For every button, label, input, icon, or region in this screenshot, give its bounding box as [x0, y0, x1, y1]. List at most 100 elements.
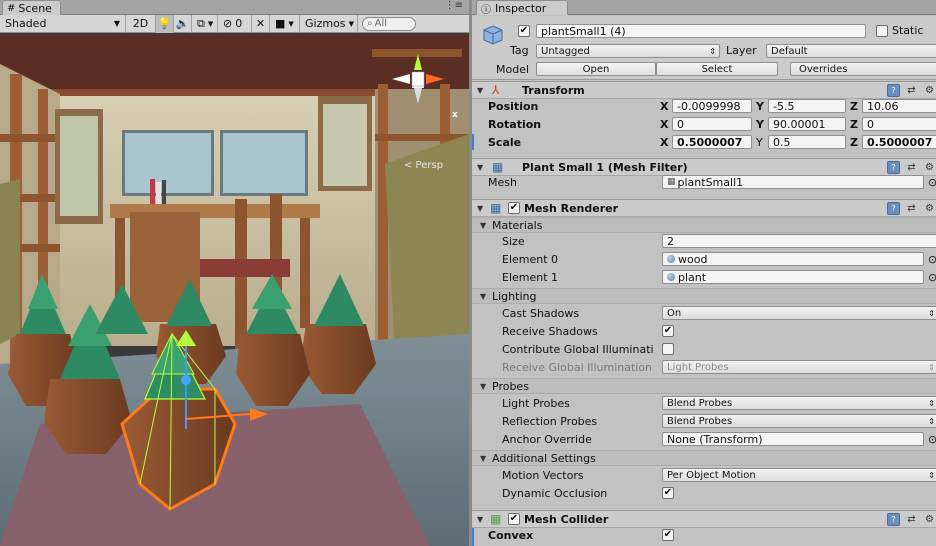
probes-foldout[interactable]: ▼ Probes — [472, 378, 936, 394]
dynamic-occlusion-checkbox[interactable]: ✔ — [662, 487, 674, 499]
open-button[interactable]: Open — [536, 62, 656, 76]
inspector-tabbar: ⓘ Inspector — [472, 0, 936, 16]
preset-icon[interactable]: ⇄ — [905, 513, 918, 526]
help-book-icon[interactable]: ? — [887, 513, 900, 526]
help-book-icon[interactable]: ? — [887, 161, 900, 174]
help-book-icon[interactable]: ? — [887, 84, 900, 97]
eye-slash-icon: ⊘ — [223, 17, 233, 30]
scene-search-input[interactable]: ⌕ All — [362, 16, 416, 31]
tab-scene[interactable]: # Scene — [2, 0, 61, 15]
tools-button[interactable]: ✕ — [252, 14, 270, 33]
camera-icon: ■ — [275, 17, 286, 30]
override-indicator — [472, 134, 474, 150]
foldout-arrow-icon[interactable]: ▼ — [477, 204, 483, 213]
updown-arrow-icon: ⇕ — [928, 417, 935, 426]
static-checkbox[interactable] — [876, 25, 888, 37]
lighting-foldout[interactable]: ▼ Lighting — [472, 288, 936, 304]
mesh-value: plantSmall1 — [677, 175, 744, 189]
tab-menu-icon[interactable]: ⋮≡ — [445, 0, 463, 11]
object-name: plantSmall1 (4) — [541, 24, 626, 38]
rotation-z-field[interactable]: 0 — [862, 117, 936, 131]
contribute-gi-label: Contribute Global Illuminati — [502, 343, 654, 356]
tag-dropdown[interactable]: Untagged ⇕ — [536, 44, 720, 58]
shading-mode-dropdown[interactable]: Shaded ▼ — [0, 14, 126, 33]
overrides-dropdown[interactable]: Overrides — [790, 62, 936, 76]
camera-dropdown[interactable]: ■ ▼ — [270, 14, 300, 33]
receive-shadows-checkbox[interactable]: ✔ — [662, 325, 674, 337]
position-y-field[interactable]: -5.5 — [768, 99, 846, 113]
object-picker-icon[interactable]: ⊙ — [928, 433, 936, 446]
materials-foldout[interactable]: ▼ Materials — [472, 217, 936, 233]
help-book-icon[interactable]: ? — [887, 202, 900, 215]
mesh-filter-header[interactable]: ▼ ▦ Plant Small 1 (Mesh Filter) ? ⇄ ⚙ — [472, 158, 936, 176]
audio-toggle-button[interactable]: 🔈 — [174, 14, 192, 33]
mesh-collider-header[interactable]: ▼ ▦ ✔ Mesh Collider ? ⇄ ⚙ — [472, 510, 936, 528]
convex-checkbox[interactable]: ✔ — [662, 529, 674, 541]
gizmos-dropdown[interactable]: Gizmos ▼ — [300, 14, 358, 33]
foldout-arrow-icon[interactable]: ▼ — [477, 163, 483, 172]
updown-arrow-icon: ⇕ — [928, 309, 935, 318]
contribute-gi-checkbox[interactable] — [662, 343, 674, 355]
lighting-toggle-button[interactable]: 💡 — [156, 14, 174, 33]
tag-value: Untagged — [541, 45, 590, 57]
mesh-collider-enabled-checkbox[interactable]: ✔ — [508, 513, 520, 525]
cast-shadows-dropdown[interactable]: On ⇕ — [662, 306, 936, 320]
mesh-filter-grid-icon: ▦ — [492, 160, 504, 174]
foldout-arrow-icon[interactable]: ▼ — [477, 515, 483, 524]
select-button[interactable]: Select — [656, 62, 778, 76]
scale-x-value: 0.5000007 — [677, 135, 743, 149]
scale-x-field[interactable]: 0.5000007 — [672, 135, 752, 149]
scene-viewport[interactable]: y x < Persp — [0, 34, 469, 546]
object-picker-icon[interactable]: ⊙ — [928, 253, 936, 266]
hidden-objects-toggle[interactable]: ⊘ 0 — [218, 14, 252, 33]
anchor-override-field[interactable]: None (Transform) — [662, 432, 924, 446]
light-probes-dropdown[interactable]: Blend Probes ⇕ — [662, 396, 936, 410]
gear-icon[interactable]: ⚙ — [923, 161, 936, 174]
inspector-panel: ⓘ Inspector ✔ plantSmall1 (4) Static Tag… — [469, 0, 936, 546]
position-z-field[interactable]: 10.06 — [862, 99, 936, 113]
gear-icon[interactable]: ⚙ — [923, 513, 936, 526]
element1-value: plant — [678, 270, 707, 284]
rotation-x-field[interactable]: 0 — [672, 117, 752, 131]
active-checkbox[interactable]: ✔ — [518, 25, 530, 37]
reflection-probes-dropdown[interactable]: Blend Probes ⇕ — [662, 414, 936, 428]
info-icon: ⓘ — [481, 4, 491, 16]
position-y-value: -5.5 — [773, 99, 795, 113]
transform-header[interactable]: ▼ ⅄ Transform ? ⇄ ⚙ — [472, 81, 936, 99]
mesh-object-field[interactable]: ▦ plantSmall1 — [662, 175, 924, 189]
position-x-field[interactable]: -0.0099998 — [672, 99, 752, 113]
object-name-field[interactable]: plantSmall1 (4) — [536, 24, 866, 38]
motion-vectors-dropdown[interactable]: Per Object Motion ⇕ — [662, 468, 936, 482]
open-button-label: Open — [582, 63, 610, 75]
object-picker-icon[interactable]: ⊙ — [928, 176, 936, 189]
mesh-renderer-header[interactable]: ▼ ▦ ✔ Mesh Renderer ? ⇄ ⚙ — [472, 199, 936, 217]
scale-z-field[interactable]: 0.5000007 — [862, 135, 936, 149]
object-picker-icon[interactable]: ⊙ — [928, 271, 936, 284]
gear-icon[interactable]: ⚙ — [923, 84, 936, 97]
foldout-arrow-icon[interactable]: ▼ — [477, 86, 483, 95]
scene-panel[interactable]: # Scene ⋮≡ Shaded ▼ 2D 💡 🔈 ⧉ ▼ ⊘ 0 ✕ ■ ▼… — [0, 0, 469, 546]
speaker-icon: 🔈 — [175, 17, 190, 30]
2d-toggle-button[interactable]: 2D — [126, 14, 156, 33]
mesh-renderer-enabled-checkbox[interactable]: ✔ — [508, 202, 520, 214]
component-header-icons: ? ⇄ ⚙ — [887, 202, 936, 215]
foldout-arrow-icon: ▼ — [480, 382, 487, 391]
rotation-y-field[interactable]: 90.00001 — [768, 117, 846, 131]
materials-size-field[interactable]: 2 — [662, 234, 936, 248]
anchor-override-label: Anchor Override — [502, 433, 592, 446]
reflection-probes-label: Reflection Probes — [502, 415, 598, 428]
scale-y-field[interactable]: 0.5 — [768, 135, 846, 149]
element1-material-field[interactable]: plant — [662, 270, 924, 284]
perspective-toggle[interactable]: < Persp — [404, 160, 443, 171]
gear-icon[interactable]: ⚙ — [923, 202, 936, 215]
layer-dropdown[interactable]: Default — [766, 44, 936, 58]
tab-inspector[interactable]: ⓘ Inspector — [476, 0, 568, 16]
preset-icon[interactable]: ⇄ — [905, 202, 918, 215]
additional-settings-foldout[interactable]: ▼ Additional Settings — [472, 450, 936, 466]
tab-inspector-label: Inspector — [495, 1, 547, 15]
effects-dropdown[interactable]: ⧉ ▼ — [192, 14, 218, 33]
rotation-y-value: 90.00001 — [773, 117, 826, 131]
preset-icon[interactable]: ⇄ — [905, 161, 918, 174]
element0-material-field[interactable]: wood — [662, 252, 924, 266]
preset-icon[interactable]: ⇄ — [905, 84, 918, 97]
